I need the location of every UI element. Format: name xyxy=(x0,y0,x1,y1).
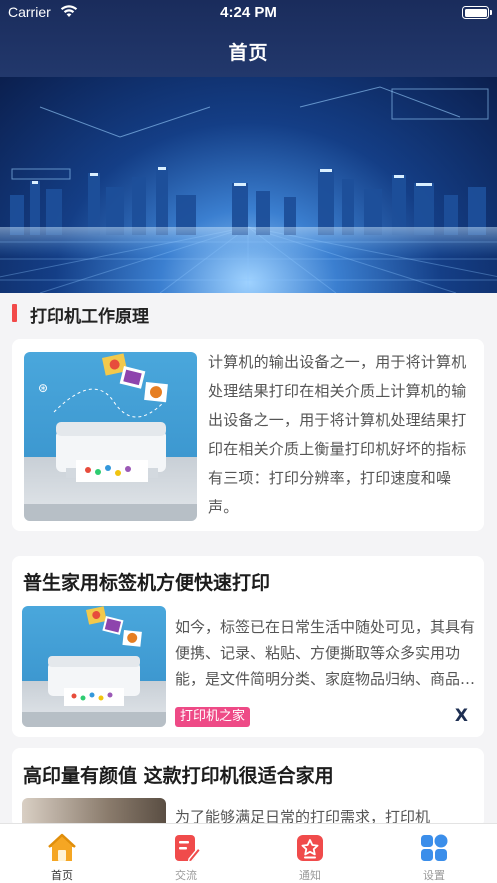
tab-exchange[interactable]: 交流 xyxy=(124,824,248,883)
clock: 4:24 PM xyxy=(220,4,277,21)
page-title: 首页 xyxy=(228,42,269,64)
notification-icon xyxy=(297,835,323,861)
navigation-bar: Carrier 4:24 PM 首页 xyxy=(0,0,497,77)
category-tag[interactable]: 打印机之家 xyxy=(175,707,251,727)
tab-label: 首页 xyxy=(51,869,73,882)
status-bar: Carrier 4:24 PM xyxy=(0,0,497,26)
settings-grid-icon xyxy=(421,834,448,861)
home-icon xyxy=(48,833,76,861)
section-accent-bar xyxy=(12,304,17,322)
tab-settings[interactable]: 设置 xyxy=(372,824,496,883)
svg-text:⊛: ⊛ xyxy=(38,381,48,395)
printer-illustration: ⊛ xyxy=(24,353,197,521)
close-icon[interactable]: X xyxy=(455,706,468,726)
tab-bar: 首页 交流 通知 设置 xyxy=(0,823,497,883)
tab-label: 交流 xyxy=(175,869,197,882)
tab-label: 设置 xyxy=(423,869,445,882)
intro-card[interactable]: ⊛ 计算机的输出设备之一，用于将计算机处理结果打印在相关介质上计算机的输出设备之… xyxy=(12,339,484,531)
section-title: 打印机工作原理 xyxy=(30,307,149,327)
printer-illustration xyxy=(22,606,166,727)
tab-home[interactable]: 首页 xyxy=(0,824,124,883)
news-card[interactable]: 高印量有颜值 这款打印机很适合家用 为了能够满足日常的打印需求，打印机 xyxy=(12,748,484,858)
news-summary: 如今，标签已在日常生活中随处可见，其具有便携、记录、粘贴、方便撕取等众多实用功能… xyxy=(175,618,476,688)
banner-image[interactable] xyxy=(0,77,497,293)
tab-label: 通知 xyxy=(299,869,321,882)
city-skyline-illustration xyxy=(0,86,497,293)
news-card[interactable]: 普生家用标签机方便快速打印 如今，标签已在日常生活中随处可见，其具有便携、记录、… xyxy=(12,556,484,737)
news-title[interactable]: 高印量有颜值 这款打印机很适合家用 xyxy=(23,761,334,788)
news-thumbnail xyxy=(22,606,166,727)
tab-notification[interactable]: 通知 xyxy=(248,824,372,883)
news-title[interactable]: 普生家用标签机方便快速打印 xyxy=(23,568,270,595)
edit-document-icon xyxy=(175,835,202,863)
intro-text: 计算机的输出设备之一，用于将计算机处理结果打印在相关介质上计算机的输出设备之一，… xyxy=(208,353,467,516)
printer-image: ⊛ xyxy=(24,352,197,521)
battery-icon xyxy=(462,6,492,19)
